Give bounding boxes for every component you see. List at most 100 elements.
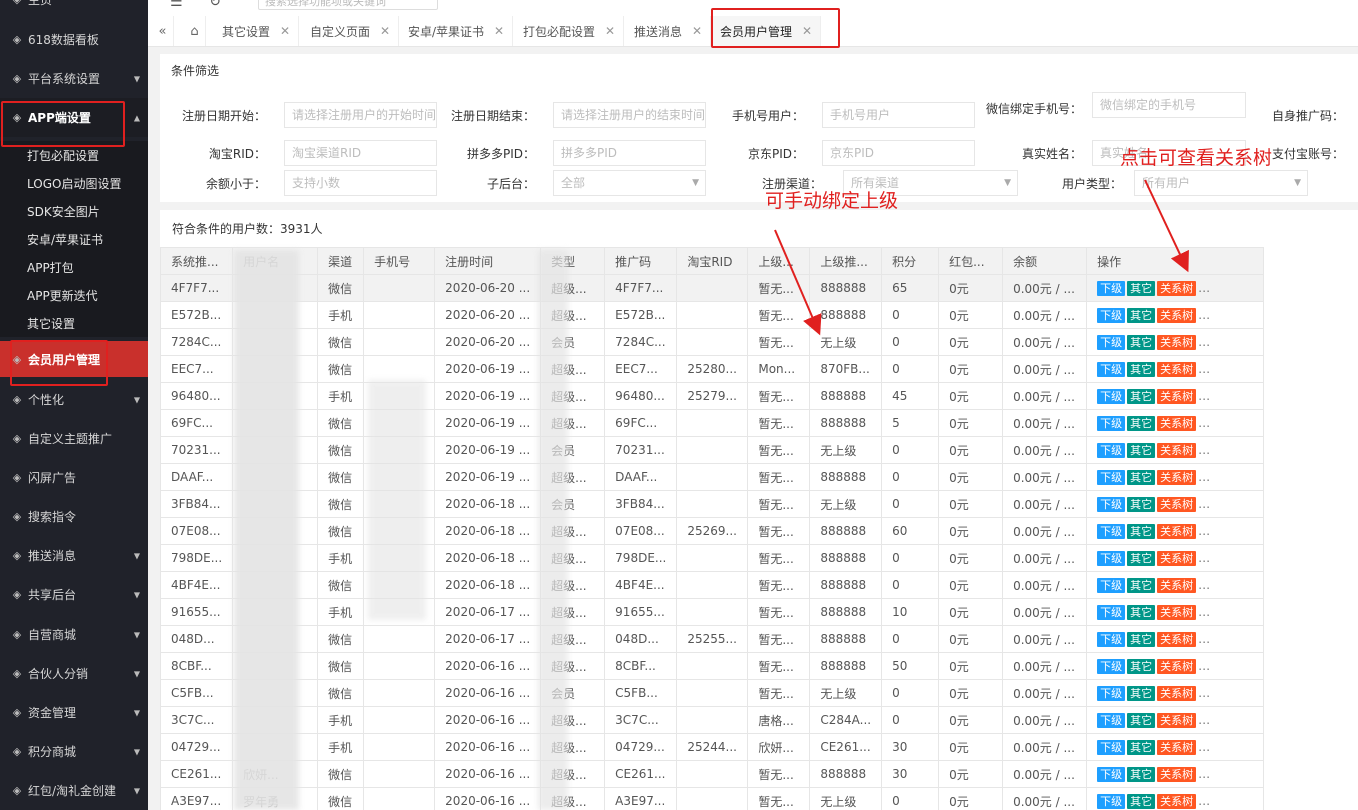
sub-level-button[interactable]: 下级 xyxy=(1097,631,1126,647)
more-actions-icon[interactable]: … xyxy=(1198,578,1210,592)
home-tab-icon[interactable]: ⌂ xyxy=(184,16,206,46)
sidebar-item-2[interactable]: ◈ 平台系统设置 ▼ xyxy=(0,59,148,98)
sub-level-button[interactable]: 下级 xyxy=(1097,361,1126,377)
sidebar-item-3[interactable]: ◈ APP端设置 ▲ xyxy=(0,98,148,137)
other-button[interactable]: 其它 xyxy=(1127,334,1156,350)
sub-level-button[interactable]: 下级 xyxy=(1097,307,1126,323)
table-row[interactable]: 3FB84... 微信 2020-06-18 ... 会员 3FB84... 暂无... 无… xyxy=(160,490,1265,518)
relation-tree-button[interactable]: 关系树 xyxy=(1157,712,1197,728)
filter-input-0[interactable]: 请选择注册用户的开始时间 xyxy=(284,102,437,128)
sub-level-button[interactable]: 下级 xyxy=(1097,523,1126,539)
sidebar-subitem-4[interactable]: APP打包 xyxy=(0,253,148,281)
relation-tree-button[interactable]: 关系树 xyxy=(1157,307,1197,323)
sub-level-button[interactable]: 下级 xyxy=(1097,604,1126,620)
other-button[interactable]: 其它 xyxy=(1127,712,1156,728)
other-button[interactable]: 其它 xyxy=(1127,388,1156,404)
relation-tree-button[interactable]: 关系树 xyxy=(1157,793,1197,809)
sidebar-item-10[interactable]: ◈ 共享后台 ▼ xyxy=(0,575,148,614)
column-header[interactable]: 渠道 xyxy=(317,247,365,275)
column-header[interactable]: 类型 xyxy=(540,247,606,275)
table-row[interactable]: C5FB... 微信 2020-06-16 ... 会员 C5FB... 暂无... 无上级… xyxy=(160,679,1265,707)
other-button[interactable]: 其它 xyxy=(1127,415,1156,431)
column-header[interactable]: 上级... xyxy=(747,247,811,275)
more-actions-icon[interactable]: … xyxy=(1198,794,1210,808)
sub-level-button[interactable]: 下级 xyxy=(1097,496,1126,512)
other-button[interactable]: 其它 xyxy=(1127,550,1156,566)
column-header[interactable]: 余额 xyxy=(1002,247,1088,275)
table-row[interactable]: 8CBF... 微信 2020-06-16 ... 超级... 8CBF... 暂无...… xyxy=(160,652,1265,680)
other-button[interactable]: 其它 xyxy=(1127,361,1156,377)
more-actions-icon[interactable]: … xyxy=(1198,551,1210,565)
more-actions-icon[interactable]: … xyxy=(1198,443,1210,457)
tab-1[interactable]: 自定义页面 ✕ xyxy=(302,16,400,46)
more-actions-icon[interactable]: … xyxy=(1198,605,1210,619)
tab-2[interactable]: 安卓/苹果证书 ✕ xyxy=(400,16,514,46)
sidebar-item-11[interactable]: ◈ 自营商城 ▼ xyxy=(0,615,148,654)
more-actions-icon[interactable]: … xyxy=(1198,470,1210,484)
tabs-scroll-left-icon[interactable]: « xyxy=(152,16,174,46)
other-button[interactable]: 其它 xyxy=(1127,658,1156,674)
table-row[interactable]: A3E97... 罗年勇 微信 2020-06-16 ... 超级... A3E97...… xyxy=(160,787,1265,810)
relation-tree-button[interactable]: 关系树 xyxy=(1157,280,1197,296)
sub-level-button[interactable]: 下级 xyxy=(1097,739,1126,755)
more-actions-icon[interactable]: … xyxy=(1198,686,1210,700)
filter-input-11[interactable]: 全部 ▼ xyxy=(553,170,706,196)
close-icon[interactable]: ✕ xyxy=(692,24,702,38)
sub-level-button[interactable]: 下级 xyxy=(1097,658,1126,674)
relation-tree-button[interactable]: 关系树 xyxy=(1157,631,1197,647)
more-actions-icon[interactable]: … xyxy=(1198,335,1210,349)
relation-tree-button[interactable]: 关系树 xyxy=(1157,334,1197,350)
filter-input-5[interactable]: 淘宝渠道RID xyxy=(284,140,437,166)
more-actions-icon[interactable]: … xyxy=(1198,308,1210,322)
relation-tree-button[interactable]: 关系树 xyxy=(1157,496,1197,512)
sidebar-item-1[interactable]: ◈ 618数据看板 xyxy=(0,20,148,59)
sidebar-item-8[interactable]: ◈ 搜索指令 xyxy=(0,497,148,536)
other-button[interactable]: 其它 xyxy=(1127,685,1156,701)
sidebar-item-4[interactable]: ◈ 会员用户管理 xyxy=(0,341,148,377)
other-button[interactable]: 其它 xyxy=(1127,604,1156,620)
other-button[interactable]: 其它 xyxy=(1127,766,1156,782)
other-button[interactable]: 其它 xyxy=(1127,442,1156,458)
filter-input-7[interactable]: 京东PID xyxy=(822,140,975,166)
column-header[interactable]: 手机号 xyxy=(363,247,436,275)
table-row[interactable]: 69FC... 微信 2020-06-19 ... 超级... 69FC... 暂无...… xyxy=(160,409,1265,437)
sidebar-item-15[interactable]: ◈ 红包/淘礼金创建 ▼ xyxy=(0,771,148,810)
column-header[interactable]: 用户名 xyxy=(232,247,319,275)
other-button[interactable]: 其它 xyxy=(1127,739,1156,755)
relation-tree-button[interactable]: 关系树 xyxy=(1157,550,1197,566)
sub-level-button[interactable]: 下级 xyxy=(1097,280,1126,296)
table-row[interactable]: EEC7... 微信 2020-06-19 ... 超级... EEC7... 25280… xyxy=(160,355,1265,383)
column-header[interactable]: 操作 xyxy=(1086,247,1265,275)
close-icon[interactable]: ✕ xyxy=(380,24,390,38)
filter-input-1[interactable]: 请选择注册用户的结束时间 xyxy=(553,102,706,128)
sidebar-subitem-5[interactable]: APP更新迭代 xyxy=(0,281,148,309)
close-icon[interactable]: ✕ xyxy=(280,24,290,38)
sidebar-item-14[interactable]: ◈ 积分商城 ▼ xyxy=(0,732,148,771)
table-row[interactable]: 048D... 微信 2020-06-17 ... 超级... 048D... 25255… xyxy=(160,625,1265,653)
more-actions-icon[interactable]: … xyxy=(1198,767,1210,781)
other-button[interactable]: 其它 xyxy=(1127,280,1156,296)
more-actions-icon[interactable]: … xyxy=(1198,659,1210,673)
sidebar-item-9[interactable]: ◈ 推送消息 ▼ xyxy=(0,536,148,575)
sidebar-item-13[interactable]: ◈ 资金管理 ▼ xyxy=(0,693,148,732)
table-row[interactable]: 4F7F7... 微信 2020-06-20 ... 超级... 4F7F7... 暂无.… xyxy=(160,274,1265,302)
table-row[interactable]: CE261... 欣妍... 微信 2020-06-16 ... 超级... CE261.… xyxy=(160,760,1265,788)
table-row[interactable]: 798DE... 手机 2020-06-18 ... 超级... 798DE... 暂无.… xyxy=(160,544,1265,572)
filter-input-13[interactable]: 所有用户 ▼ xyxy=(1134,170,1308,196)
more-actions-icon[interactable]: … xyxy=(1198,281,1210,295)
sidebar-item-7[interactable]: ◈ 闪屏广告 xyxy=(0,458,148,497)
relation-tree-button[interactable]: 关系树 xyxy=(1157,523,1197,539)
sub-level-button[interactable]: 下级 xyxy=(1097,577,1126,593)
sub-level-button[interactable]: 下级 xyxy=(1097,388,1126,404)
close-icon[interactable]: ✕ xyxy=(494,24,504,38)
more-actions-icon[interactable]: … xyxy=(1198,740,1210,754)
other-button[interactable]: 其它 xyxy=(1127,631,1156,647)
tab-5[interactable]: 会员用户管理 ✕ xyxy=(712,16,822,46)
tab-3[interactable]: 打包必配设置 ✕ xyxy=(515,16,625,46)
column-header[interactable]: 系统推... xyxy=(160,247,234,275)
column-header[interactable]: 积分 xyxy=(881,247,940,275)
sidebar-item-5[interactable]: ◈ 个性化 ▼ xyxy=(0,380,148,419)
table-row[interactable]: DAAF... 微信 2020-06-19 ... 超级... DAAF... 暂无...… xyxy=(160,463,1265,491)
table-row[interactable]: E572B... 手机 2020-06-20 ... 超级... E572B... 暂无.… xyxy=(160,301,1265,329)
sidebar-item-6[interactable]: ◈ 自定义主题推广 xyxy=(0,419,148,458)
